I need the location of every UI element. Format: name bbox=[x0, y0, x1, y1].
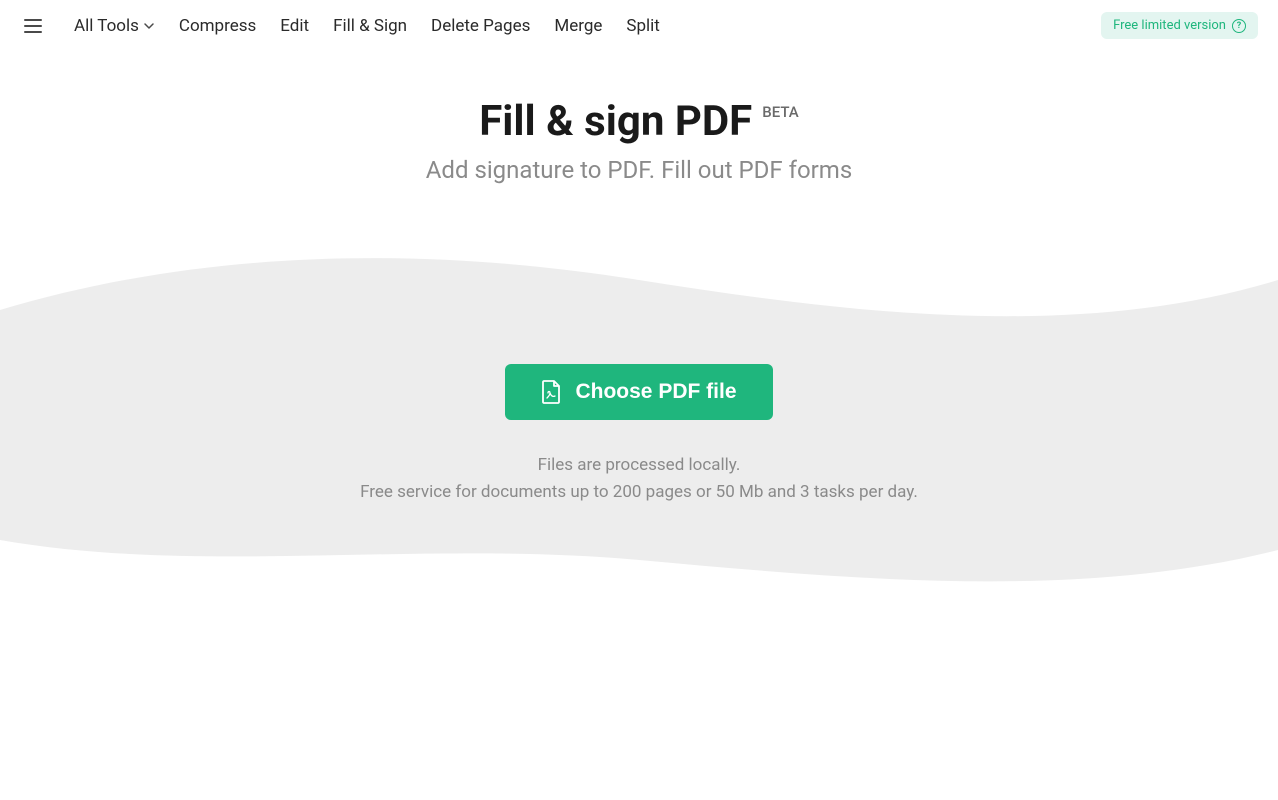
info-line-2: Free service for documents up to 200 pag… bbox=[360, 479, 918, 506]
nav-compress[interactable]: Compress bbox=[179, 16, 256, 36]
nav-all-tools[interactable]: All Tools bbox=[74, 16, 155, 36]
subtitle: Add signature to PDF. Fill out PDF forms bbox=[0, 156, 1278, 184]
upload-content: Choose PDF file Files are processed loca… bbox=[0, 240, 1278, 506]
hamburger-menu-icon[interactable] bbox=[20, 15, 46, 37]
free-badge-text: Free limited version bbox=[1113, 18, 1226, 33]
nav-delete-pages[interactable]: Delete Pages bbox=[431, 16, 530, 36]
nav-split[interactable]: Split bbox=[626, 16, 659, 36]
page-title: Fill & sign PDF BETA bbox=[479, 97, 798, 146]
nav-edit[interactable]: Edit bbox=[280, 16, 309, 36]
pdf-file-icon bbox=[541, 380, 561, 404]
nav-links: All Tools Compress Edit Fill & Sign Dele… bbox=[74, 16, 660, 36]
upload-info: Files are processed locally. Free servic… bbox=[360, 452, 918, 506]
header-nav: All Tools Compress Edit Fill & Sign Dele… bbox=[0, 0, 1278, 51]
help-icon: ? bbox=[1232, 19, 1246, 33]
title-text: Fill & sign PDF bbox=[479, 97, 752, 146]
chevron-down-icon bbox=[143, 20, 155, 32]
nav-fill-sign[interactable]: Fill & Sign bbox=[333, 16, 407, 36]
free-version-badge[interactable]: Free limited version ? bbox=[1101, 12, 1258, 39]
beta-tag: BETA bbox=[762, 103, 799, 121]
choose-button-label: Choose PDF file bbox=[575, 380, 736, 404]
info-line-1: Files are processed locally. bbox=[360, 452, 918, 479]
nav-merge[interactable]: Merge bbox=[554, 16, 602, 36]
nav-all-tools-label: All Tools bbox=[74, 16, 139, 36]
upload-area: Choose PDF file Files are processed loca… bbox=[0, 240, 1278, 600]
choose-pdf-button[interactable]: Choose PDF file bbox=[505, 364, 772, 420]
title-section: Fill & sign PDF BETA Add signature to PD… bbox=[0, 97, 1278, 184]
